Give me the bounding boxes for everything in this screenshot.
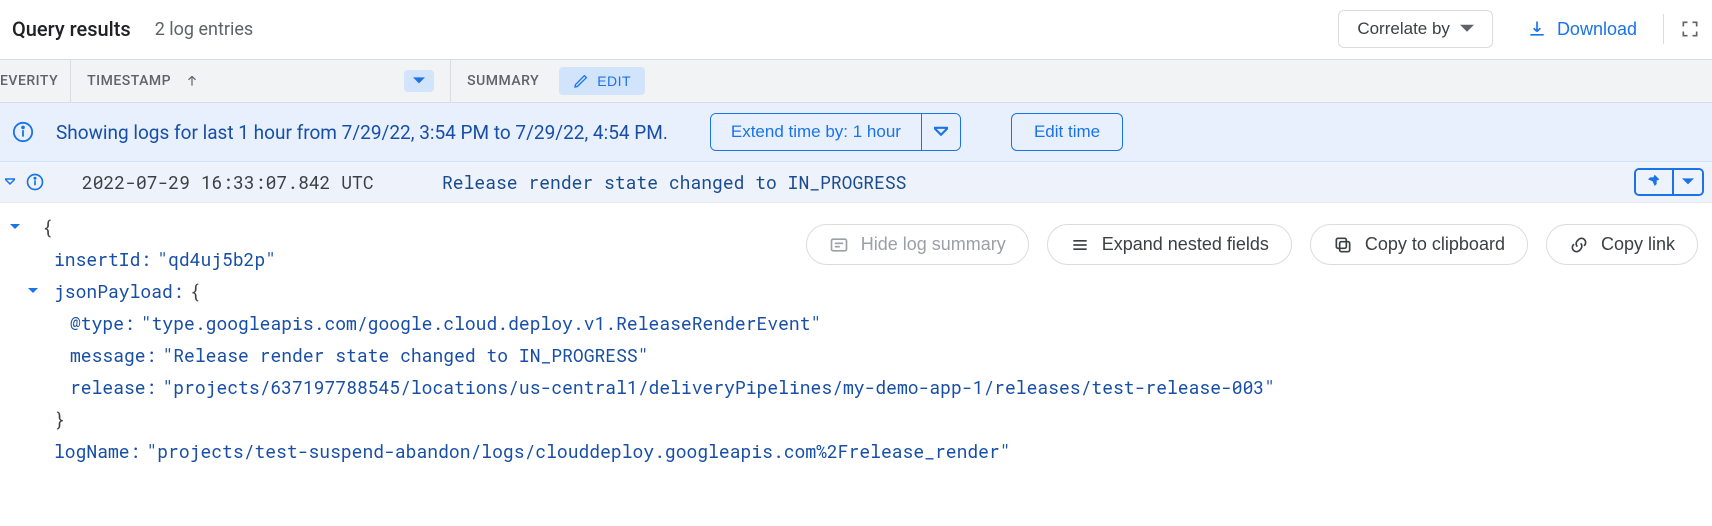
- caret-down-icon[interactable]: [6, 222, 24, 232]
- json-key: logName: [54, 435, 130, 467]
- severity-info-icon: [20, 172, 50, 192]
- json-field-jsonpayload[interactable]: jsonPayload: {: [6, 275, 1712, 307]
- json-value: "type.googleapis.com/google.cloud.deploy…: [141, 307, 822, 339]
- entry-count: 2 log entries: [155, 19, 253, 40]
- json-field-release[interactable]: release: "projects/637197788545/location…: [6, 371, 1712, 403]
- correlate-by-button[interactable]: Correlate by: [1338, 10, 1493, 48]
- json-value: "Release render state changed to IN_PROG…: [162, 339, 648, 371]
- results-header: Query results 2 log entries Correlate by…: [0, 0, 1712, 59]
- time-range-bar: Showing logs for last 1 hour from 7/29/2…: [0, 103, 1712, 162]
- json-key: jsonPayload: [54, 275, 173, 307]
- log-row[interactable]: 2022-07-29 16:33:07.842 UTC Release rend…: [0, 162, 1712, 203]
- log-summary: Release render state changed to IN_PROGR…: [442, 170, 1634, 194]
- edit-summary-button[interactable]: EDIT: [559, 67, 645, 95]
- json-key: message: [70, 339, 146, 371]
- pin-group: [1634, 168, 1704, 196]
- extend-time-group: Extend time by: 1 hour: [710, 113, 961, 151]
- json-key: @type: [70, 307, 124, 339]
- column-timestamp[interactable]: TIMESTAMP: [71, 60, 451, 102]
- severity-label: EVERITY: [0, 73, 58, 89]
- timestamp-dropdown-button[interactable]: [404, 70, 434, 92]
- download-icon: [1527, 19, 1547, 39]
- json-field-insertid[interactable]: insertId: "qd4uj5b2p": [6, 243, 1712, 275]
- column-summary: SUMMARY EDIT: [451, 60, 661, 102]
- caret-down-icon: [1460, 22, 1474, 36]
- edit-time-button[interactable]: Edit time: [1011, 113, 1123, 151]
- json-value: "qd4uj5b2p": [157, 243, 276, 275]
- timestamp-label: TIMESTAMP: [87, 73, 171, 89]
- json-value: "projects/test-suspend-abandon/logs/clou…: [146, 435, 1010, 467]
- json-view: { insertId: "qd4uj5b2p" jsonPayload: { @…: [0, 203, 1712, 467]
- divider: [1663, 14, 1664, 44]
- column-severity[interactable]: EVERITY: [0, 60, 71, 102]
- download-button[interactable]: Download: [1517, 13, 1647, 46]
- expand-row-icon[interactable]: [0, 177, 20, 187]
- json-field-type[interactable]: @type: "type.googleapis.com/google.cloud…: [6, 307, 1712, 339]
- pin-button[interactable]: [1636, 170, 1672, 194]
- pencil-icon: [573, 73, 589, 89]
- json-key: insertId: [54, 243, 140, 275]
- pin-dropdown[interactable]: [1672, 170, 1702, 194]
- correlate-label: Correlate by: [1357, 19, 1450, 39]
- download-label: Download: [1557, 19, 1637, 40]
- caret-down-icon[interactable]: [24, 286, 42, 296]
- json-key: release: [70, 371, 146, 403]
- arrow-up-icon: [185, 74, 199, 88]
- json-field-logname[interactable]: logName: "projects/test-suspend-abandon/…: [6, 435, 1712, 467]
- columns-header: EVERITY TIMESTAMP SUMMARY EDIT: [0, 59, 1712, 103]
- json-field-message[interactable]: message: "Release render state changed t…: [6, 339, 1712, 371]
- summary-label: SUMMARY: [467, 73, 539, 89]
- json-close-brace: }: [6, 403, 1712, 435]
- json-open-brace[interactable]: {: [6, 211, 1712, 243]
- time-range-text: Showing logs for last 1 hour from 7/29/2…: [56, 121, 668, 144]
- fullscreen-icon[interactable]: [1680, 19, 1700, 39]
- edit-label: EDIT: [597, 73, 631, 89]
- extend-time-button[interactable]: Extend time by: 1 hour: [711, 114, 921, 150]
- log-timestamp: 2022-07-29 16:33:07.842 UTC: [82, 170, 442, 194]
- page-title: Query results: [12, 17, 131, 41]
- info-icon: [12, 121, 34, 143]
- extend-time-dropdown[interactable]: [921, 114, 960, 150]
- json-value: "projects/637197788545/locations/us-cent…: [162, 371, 1275, 403]
